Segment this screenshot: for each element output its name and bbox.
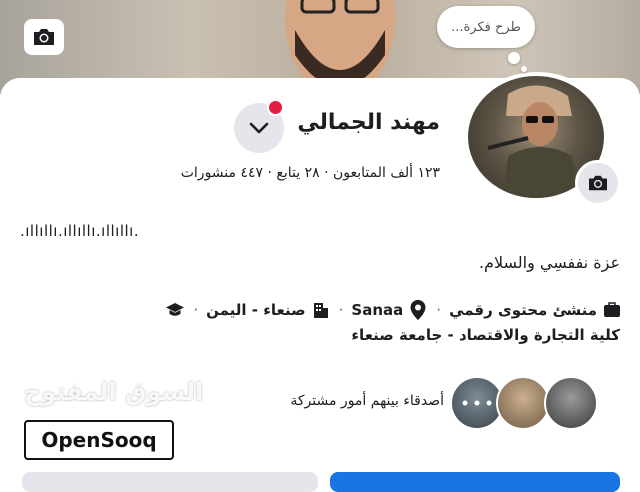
chevron-down-icon [249,122,269,134]
info-separator: · [436,301,442,319]
info-location-city[interactable]: Sanaa [351,301,403,319]
friend-avatar[interactable] [544,376,598,430]
info-education: كلية التجارة والاقتصاد - جامعة صنعاء [351,326,620,344]
bio-decoration: .ıllıllı.ıllıllı.ıllıllı. [20,222,140,240]
primary-action-button[interactable] [330,472,620,492]
briefcase-icon [602,300,622,320]
camera-icon [34,29,54,45]
info-category: منشئ محتوى رقمي [449,301,597,319]
info-separator: · [338,301,344,319]
thought-bubble-dot-small [521,66,527,72]
building-icon [311,300,331,320]
profile-name: مهند الجمالي [297,110,440,135]
cover-camera-button[interactable] [24,19,64,55]
camera-icon [589,175,607,191]
location-pin-icon [408,300,428,320]
profile-info-line: منشئ محتوى رقمي · Sanaa · صنعاء - اليمن … [165,300,622,320]
info-location-region: صنعاء - اليمن [206,301,306,319]
watermark-opensooq: OpenSooq [24,420,174,460]
secondary-action-button[interactable] [22,472,318,492]
bio-text: عزة نففسِي والسلام. [478,253,620,272]
mutual-friends-text[interactable]: أصدقاء بينهم أمور مشتركة [290,393,444,409]
friend-avatar[interactable] [496,376,550,430]
mutual-friends-avatars[interactable] [450,376,600,430]
avatar-camera-button[interactable] [575,160,621,206]
watermark-arabic: السوق المفتوح [24,378,204,406]
info-separator: · [193,301,199,319]
thought-bubble-text: طرح فكرة... [451,19,521,35]
thought-bubble-dot [508,52,520,64]
profile-stats[interactable]: ١٢٣ ألف المتابعون · ٢٨ يتابع · ٤٤٧ منشور… [181,165,440,181]
notification-dot [267,99,284,116]
thought-bubble[interactable]: طرح فكرة... [437,6,535,48]
graduation-cap-icon [165,300,185,320]
